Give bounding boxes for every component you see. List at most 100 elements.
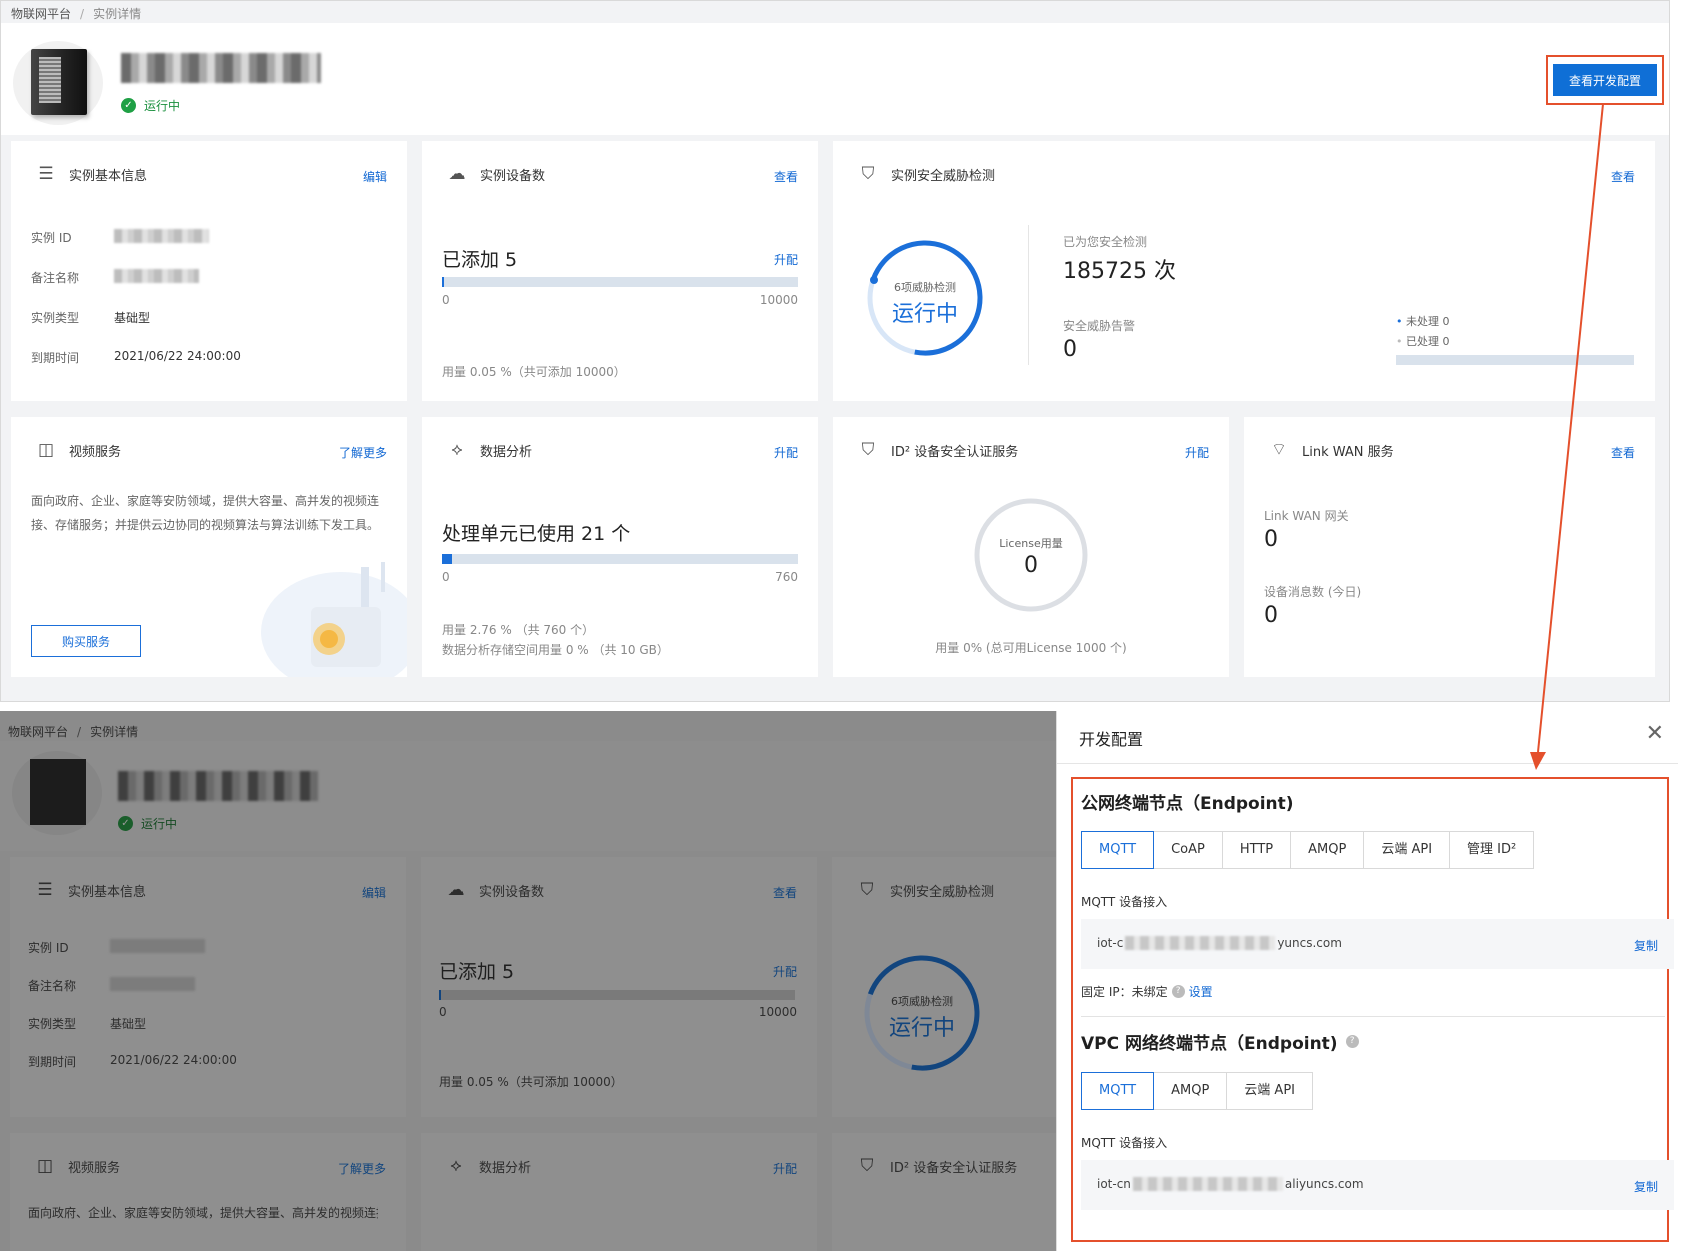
id2-upgrade-link[interactable]: 升配 — [1185, 444, 1209, 461]
card-title-linkwan: ⌔ Link WAN 服务 — [1268, 439, 1394, 461]
card-heading: ID² 设备安全认证服务 — [890, 1160, 1018, 1176]
ring-status: 运行中 — [891, 302, 958, 327]
card-title-video: ◫ 视频服务 — [35, 439, 121, 461]
ring-caption: 6项威胁检测 — [891, 995, 953, 1008]
alerts-label: 安全威胁告警 — [1063, 319, 1136, 333]
server-icon — [30, 759, 86, 825]
public-endpoint-tabs: MQTT CoAP HTTP AMQP 云端 API 管理 ID² — [1081, 831, 1535, 869]
card-title: ◫ 视频服务 — [34, 1155, 120, 1177]
breadcrumb-root: 物联网平台 — [8, 725, 69, 739]
info-value: 2021/06/22 24:00:00 — [110, 1053, 237, 1067]
view-devices-link: 查看 — [772, 886, 797, 900]
card-heading: Link WAN 服务 — [1302, 444, 1394, 460]
list-icon: ☰ — [38, 164, 54, 184]
analytics-progress-fill — [442, 554, 452, 564]
analytics-upgrade-link: 升配 — [772, 1162, 797, 1176]
devices-added: 已添加 5 — [442, 249, 518, 271]
tab-amqp[interactable]: AMQP — [1290, 831, 1365, 869]
bar-min: 0 — [442, 570, 450, 584]
info-label: 到期时间 — [31, 351, 80, 365]
endpoint-redacted — [1132, 1177, 1283, 1191]
devices-progress-fill — [439, 990, 441, 1000]
analytics-usage: 用量 2.76 % （共 760 个） — [442, 623, 595, 637]
avatar-dimmed — [12, 751, 102, 835]
mqtt-access-label: MQTT 设备接入 — [1081, 1136, 1168, 1150]
breadcrumb: 物联网平台 / 实例详情 — [11, 5, 141, 22]
learn-more-link[interactable]: 了解更多 — [339, 444, 387, 461]
copy-public-endpoint-link[interactable]: 复制 — [1634, 937, 1658, 954]
card-devices-dimmed: ☁ 实例设备数 查看 已添加 5 升配 0 10000 用量 0.05 %（共可添… — [421, 857, 817, 1117]
card-heading: 实例设备数 — [480, 168, 546, 184]
section-divider — [1081, 1016, 1665, 1017]
tab-http[interactable]: HTTP — [1221, 831, 1292, 869]
help-icon[interactable]: ? — [1345, 1035, 1359, 1048]
tab-mqtt[interactable]: MQTT — [1081, 1072, 1155, 1110]
view-security-link[interactable]: 查看 — [1611, 168, 1635, 185]
breadcrumb-separator: / — [77, 725, 82, 739]
bar-max: 760 — [775, 570, 798, 584]
view-devices-link[interactable]: 查看 — [774, 168, 798, 185]
analytics-upgrade-link[interactable]: 升配 — [774, 444, 798, 461]
card-title: ⛉ 实例安全威胁检测 — [856, 879, 994, 901]
vpc-endpoint-title: VPC 网络终端节点（Endpoint) — [1081, 1034, 1338, 1054]
info-label: 实例 ID — [31, 231, 72, 245]
license-usage: 用量 0% (总可用License 1000 个) — [935, 641, 1127, 655]
card-linkwan: ⌔ Link WAN 服务 查看 Link WAN 网关 0 设备消息数 (今日… — [1244, 417, 1655, 677]
instance-avatar — [13, 41, 103, 125]
endpoint-redacted — [1125, 936, 1276, 950]
fixed-ip-row: 固定 IP：未绑定 ? 设置 — [1081, 983, 1213, 1000]
checked-label: 已为您安全检测 — [1063, 235, 1148, 249]
license-caption: License用量 — [999, 537, 1063, 550]
devices-usage: 用量 0.05 %（共可添加 10000） — [442, 365, 626, 379]
vpc-title-row: VPC 网络终端节点（Endpoint) ? — [1081, 1029, 1359, 1054]
info-label: 到期时间 — [28, 1055, 77, 1069]
info-value: 基础型 — [114, 311, 151, 325]
view-dev-config-button[interactable]: 查看开发配置 — [1553, 64, 1657, 96]
gateway-label: Link WAN 网关 — [1264, 509, 1349, 523]
edit-link[interactable]: 编辑 — [363, 168, 387, 185]
upgrade-link[interactable]: 升配 — [774, 251, 798, 268]
card-heading: 数据分析 — [480, 444, 533, 460]
video-description: 面向政府、企业、家庭等安防领域，提供大容量、高并发的视频连接、存储服务；并提供云… — [31, 494, 380, 532]
redacted-value — [110, 977, 195, 991]
cloud-device-icon: ☁ — [448, 164, 466, 184]
card-heading: ID² 设备安全认证服务 — [891, 444, 1019, 460]
tab-mqtt[interactable]: MQTT — [1081, 831, 1155, 869]
tab-amqp[interactable]: AMQP — [1153, 1072, 1228, 1110]
card-devices: ☁ 实例设备数 查看 已添加 5 升配 0 10000 用量 0.05 %（共可… — [422, 141, 818, 401]
endpoint-suffix: aliyuncs.com — [1284, 1177, 1364, 1191]
drawer-title: 开发配置 — [1079, 730, 1144, 749]
id2-shield-icon: ⛉ — [861, 440, 875, 460]
card-basic-info: ☰ 实例基本信息 编辑 实例 ID 备注名称 实例类型 基础型 到期时间 202… — [11, 141, 407, 401]
license-value: 0 — [1024, 553, 1038, 578]
drawer-divider — [1057, 763, 1678, 764]
set-fixed-ip-link[interactable]: 设置 — [1189, 983, 1213, 1000]
bar-max: 10000 — [759, 293, 798, 307]
copy-vpc-endpoint-link[interactable]: 复制 — [1634, 1178, 1658, 1195]
help-icon[interactable]: ? — [1171, 985, 1185, 998]
card-security: ⛉ 实例安全威胁检测 查看 6项威胁检测 运行中 已为您安全检测 185725 … — [833, 141, 1655, 401]
legend-dot: • — [1396, 315, 1406, 328]
breadcrumb-root[interactable]: 物联网平台 — [11, 7, 71, 21]
card-title-security: ⛉ 实例安全威胁检测 — [857, 163, 995, 185]
card-title: ☰ 实例基本信息 — [34, 879, 146, 901]
dev-config-drawer: 开发配置 ✕ 公网终端节点（Endpoint) MQTT CoAP HTTP A… — [1056, 711, 1678, 1251]
close-icon[interactable]: ✕ — [1646, 721, 1664, 746]
analytics-icon: ⟡ — [450, 1156, 462, 1176]
tab-cloud-api[interactable]: 云端 API — [1226, 1072, 1313, 1110]
card-heading: 实例安全威胁检测 — [891, 168, 996, 184]
instance-detail-page: 物联网平台 / 实例详情 ✓ 运行中 查看开发配置 ☰ 实例基本信息 编辑 实例 I… — [0, 0, 1670, 702]
card-heading: 实例安全威胁检测 — [890, 884, 995, 900]
view-linkwan-link[interactable]: 查看 — [1611, 444, 1635, 461]
info-label: 实例类型 — [28, 1017, 77, 1031]
card-title-basic-info: ☰ 实例基本信息 — [35, 163, 147, 185]
tab-manage-id2[interactable]: 管理 ID² — [1449, 831, 1535, 869]
info-label: 备注名称 — [31, 271, 80, 285]
devices-added: 已添加 5 — [439, 961, 515, 983]
card-heading: 实例设备数 — [479, 884, 545, 900]
buy-service-button[interactable]: 购买服务 — [31, 625, 141, 657]
tab-cloud-api[interactable]: 云端 API — [1363, 831, 1451, 869]
camera-illustration — [261, 562, 407, 677]
tab-coap[interactable]: CoAP — [1153, 831, 1223, 869]
camera-icon: ◫ — [36, 1156, 54, 1176]
